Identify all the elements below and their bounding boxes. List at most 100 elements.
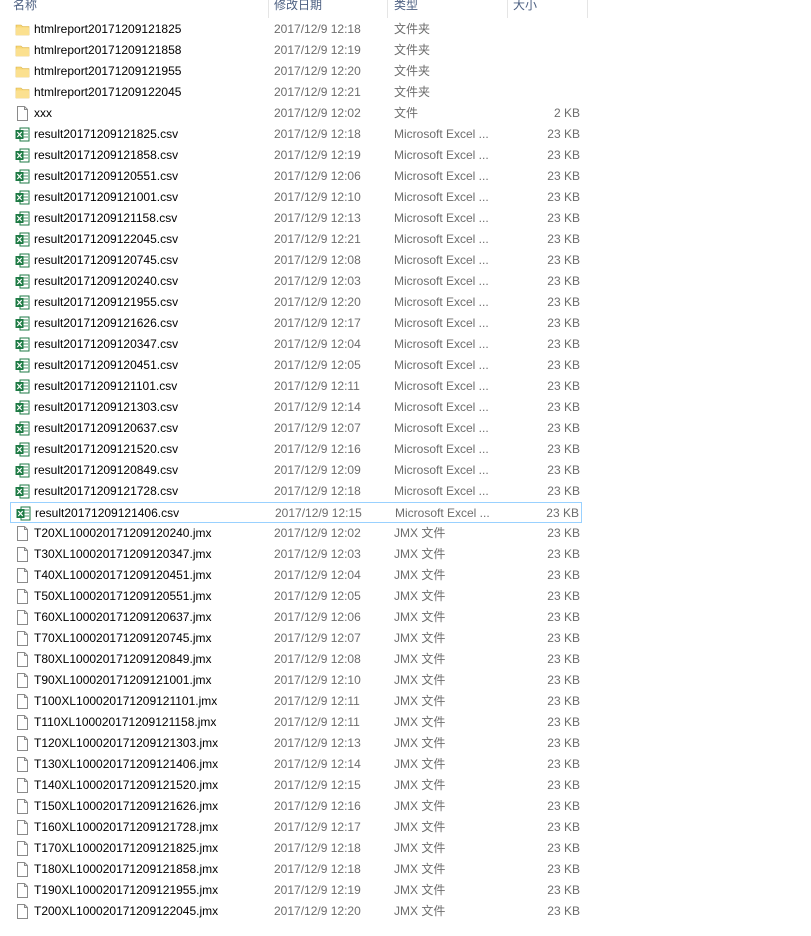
file-row[interactable]: result20171209121858.csv 2017/12/9 12:19 M…	[10, 145, 582, 166]
file-date: 2017/12/9 12:20	[274, 295, 361, 309]
file-row[interactable]: htmlreport20171209121858 2017/12/9 12:19 文…	[10, 40, 582, 61]
file-name: T130XL100020171209121406.jmx	[34, 757, 219, 771]
file-row[interactable]: T40XL100020171209120451.jmx 2017/12/9 12:…	[10, 565, 582, 586]
file-icon	[15, 568, 30, 583]
file-date: 2017/12/9 12:02	[274, 106, 361, 120]
column-divider[interactable]	[507, 0, 508, 18]
file-size: 23 KB	[547, 379, 580, 393]
file-name: T100XL100020171209121101.jmx	[34, 694, 218, 708]
file-size: 23 KB	[547, 421, 580, 435]
column-header-name[interactable]: 名称	[13, 0, 37, 14]
file-date: 2017/12/9 12:10	[274, 190, 361, 204]
file-type: Microsoft Excel ...	[394, 463, 489, 477]
file-name: T80XL100020171209120849.jmx	[34, 652, 212, 666]
file-row[interactable]: xxx 2017/12/9 12:02 文件 2 KB	[10, 103, 582, 124]
file-icon	[15, 631, 30, 646]
file-type: Microsoft Excel ...	[394, 295, 489, 309]
file-row[interactable]: result20171209122045.csv 2017/12/9 12:21 M…	[10, 229, 582, 250]
file-name: result20171209120347.csv	[34, 337, 179, 351]
file-row[interactable]: T50XL100020171209120551.jmx 2017/12/9 12:…	[10, 586, 582, 607]
file-name: T170XL100020171209121825.jmx	[34, 841, 219, 855]
file-date: 2017/12/9 12:21	[274, 232, 361, 246]
file-name: T40XL100020171209120451.jmx	[34, 568, 212, 582]
file-row[interactable]: result20171209121101.csv 2017/12/9 12:11 M…	[10, 376, 582, 397]
file-row[interactable]: result20171209121626.csv 2017/12/9 12:17 M…	[10, 313, 582, 334]
file-row[interactable]: result20171209121406.csv 2017/12/9 12:15 M…	[10, 502, 582, 523]
file-row[interactable]: T190XL100020171209121955.jmx 2017/12/9 12…	[10, 880, 582, 901]
file-row[interactable]: htmlreport20171209121955 2017/12/9 12:20 文…	[10, 61, 582, 82]
file-row[interactable]: T100XL100020171209121101.jmx 2017/12/9 12…	[10, 691, 582, 712]
file-date: 2017/12/9 12:19	[274, 883, 361, 897]
column-divider[interactable]	[587, 0, 588, 18]
file-row[interactable]: T160XL100020171209121728.jmx 2017/12/9 12…	[10, 817, 582, 838]
file-row[interactable]: T130XL100020171209121406.jmx 2017/12/9 12…	[10, 754, 582, 775]
file-name: result20171209120637.csv	[34, 421, 179, 435]
file-name: T20XL100020171209120240.jmx	[34, 526, 212, 540]
file-row[interactable]: T120XL100020171209121303.jmx 2017/12/9 12…	[10, 733, 582, 754]
file-row[interactable]: result20171209120637.csv 2017/12/9 12:07 M…	[10, 418, 582, 439]
file-size: 23 KB	[547, 841, 580, 855]
file-row[interactable]: result20171209120240.csv 2017/12/9 12:03 M…	[10, 271, 582, 292]
file-date: 2017/12/9 12:11	[274, 379, 360, 393]
file-icon	[15, 757, 30, 772]
file-row[interactable]: result20171209120551.csv 2017/12/9 12:06 M…	[10, 166, 582, 187]
file-name: result20171209121858.csv	[34, 148, 179, 162]
file-name: T150XL100020171209121626.jmx	[34, 799, 219, 813]
file-row[interactable]: result20171209121728.csv 2017/12/9 12:18 M…	[10, 481, 582, 502]
file-icon	[15, 526, 30, 541]
file-type: Microsoft Excel ...	[394, 316, 489, 330]
file-row[interactable]: result20171209121303.csv 2017/12/9 12:14 M…	[10, 397, 582, 418]
file-type: JMX 文件	[394, 694, 446, 708]
column-header-date[interactable]: 修改日期	[274, 0, 322, 14]
excel-icon	[15, 421, 30, 436]
file-name: T50XL100020171209120551.jmx	[34, 589, 212, 603]
file-row[interactable]: result20171209120849.csv 2017/12/9 12:09 M…	[10, 460, 582, 481]
file-row[interactable]: T110XL100020171209121158.jmx 2017/12/9 12…	[10, 712, 582, 733]
file-row[interactable]: T180XL100020171209121858.jmx 2017/12/9 12…	[10, 859, 582, 880]
file-row[interactable]: T70XL100020171209120745.jmx 2017/12/9 12:…	[10, 628, 582, 649]
file-icon	[15, 673, 30, 688]
column-divider[interactable]	[387, 0, 388, 18]
file-row[interactable]: result20171209121520.csv 2017/12/9 12:16 M…	[10, 439, 582, 460]
file-row[interactable]: result20171209120451.csv 2017/12/9 12:05 M…	[10, 355, 582, 376]
file-name: result20171209121406.csv	[35, 506, 180, 520]
file-row[interactable]: T80XL100020171209120849.jmx 2017/12/9 12:…	[10, 649, 582, 670]
file-row[interactable]: T30XL100020171209120347.jmx 2017/12/9 12:…	[10, 544, 582, 565]
file-type: Microsoft Excel ...	[394, 148, 489, 162]
file-row[interactable]: htmlreport20171209121825 2017/12/9 12:18 文…	[10, 19, 582, 40]
file-row[interactable]: T20XL100020171209120240.jmx 2017/12/9 12:…	[10, 523, 582, 544]
file-type: JMX 文件	[394, 820, 446, 834]
file-date: 2017/12/9 12:19	[274, 43, 361, 57]
file-row[interactable]: result20171209121955.csv 2017/12/9 12:20 M…	[10, 292, 582, 313]
file-name: result20171209120551.csv	[34, 169, 179, 183]
file-size: 23 KB	[547, 316, 580, 330]
file-size: 23 KB	[547, 295, 580, 309]
file-date: 2017/12/9 12:20	[274, 64, 361, 78]
file-row[interactable]: T200XL100020171209122045.jmx 2017/12/9 12…	[10, 901, 582, 922]
file-date: 2017/12/9 12:10	[274, 673, 361, 687]
file-row[interactable]: T150XL100020171209121626.jmx 2017/12/9 12…	[10, 796, 582, 817]
column-divider[interactable]	[268, 0, 269, 18]
folder-icon	[15, 22, 30, 37]
excel-icon	[15, 274, 30, 289]
file-size	[520, 40, 580, 61]
excel-icon	[15, 211, 30, 226]
file-type: JMX 文件	[394, 904, 446, 918]
file-row[interactable]: htmlreport20171209122045 2017/12/9 12:21 文…	[10, 82, 582, 103]
file-type: Microsoft Excel ...	[394, 400, 489, 414]
file-row[interactable]: result20171209121001.csv 2017/12/9 12:10 M…	[10, 187, 582, 208]
file-row[interactable]: result20171209121158.csv 2017/12/9 12:13 M…	[10, 208, 582, 229]
file-row[interactable]: T60XL100020171209120637.jmx 2017/12/9 12:…	[10, 607, 582, 628]
file-icon	[15, 694, 30, 709]
column-header-size[interactable]: 大小	[513, 0, 537, 14]
file-row[interactable]: result20171209120745.csv 2017/12/9 12:08 M…	[10, 250, 582, 271]
column-header-type[interactable]: 类型	[394, 0, 418, 14]
file-type: JMX 文件	[394, 547, 446, 561]
file-date: 2017/12/9 12:19	[274, 148, 361, 162]
file-row[interactable]: T140XL100020171209121520.jmx 2017/12/9 12…	[10, 775, 582, 796]
file-row[interactable]: T90XL100020171209121001.jmx 2017/12/9 12:…	[10, 670, 582, 691]
file-row[interactable]: result20171209121825.csv 2017/12/9 12:18 M…	[10, 124, 582, 145]
file-row[interactable]: T170XL100020171209121825.jmx 2017/12/9 12…	[10, 838, 582, 859]
file-type: JMX 文件	[394, 526, 446, 540]
file-row[interactable]: result20171209120347.csv 2017/12/9 12:04 M…	[10, 334, 582, 355]
